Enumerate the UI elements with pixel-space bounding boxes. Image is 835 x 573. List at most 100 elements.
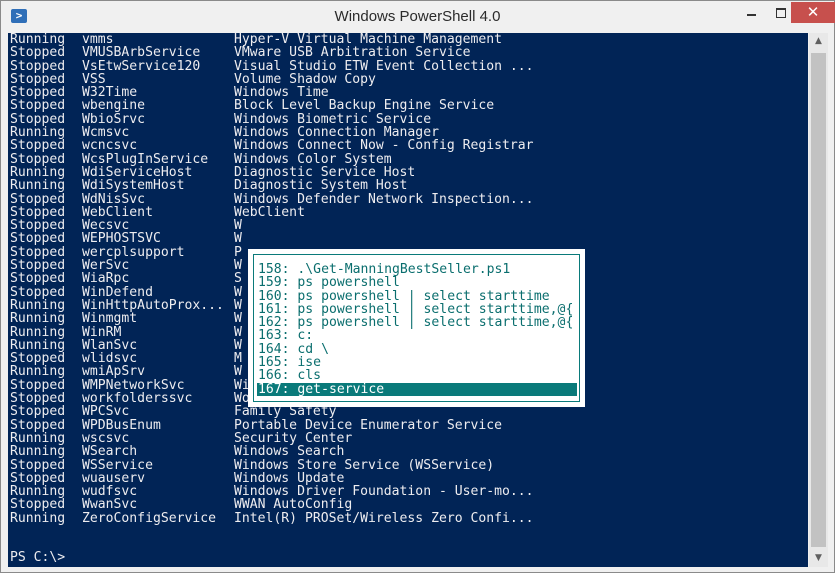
service-display-name: S — [234, 271, 242, 287]
service-display-name: Family Safety — [234, 404, 337, 420]
service-name: WinRM — [82, 324, 122, 340]
history-list: 158: .\Get-ManningBestSeller.ps1 159: ps … — [257, 263, 577, 396]
console-area[interactable]: Running vmms Hyper-V Virtual Machine Manag… — [8, 33, 808, 567]
service-status: Stopped — [10, 417, 66, 433]
service-status: Stopped — [10, 470, 66, 486]
service-display-name: W — [234, 324, 242, 340]
service-display-name: Hyper-V Virtual Machine Management — [234, 33, 503, 47]
service-name: WdiServiceHost — [82, 164, 193, 180]
history-item[interactable]: 160: ps powershell | select starttime — [257, 290, 577, 303]
service-name: WSearch — [82, 444, 138, 460]
history-item[interactable]: 162: ps powershell | select starttime,@{ — [257, 316, 577, 329]
service-display-name: W — [234, 364, 242, 380]
service-status: Stopped — [10, 231, 66, 247]
service-status: Stopped — [10, 497, 66, 513]
service-display-name: Windows Defender Network Inspection... — [234, 191, 534, 207]
scrollbar-thumb[interactable] — [811, 53, 826, 547]
service-status: Stopped — [10, 284, 66, 300]
window-title: Windows PowerShell 4.0 — [334, 8, 501, 25]
service-name: VMUSBArbService — [82, 45, 201, 61]
powershell-window: > Windows PowerShell 4.0 ✕ Running vmms Hy… — [0, 0, 835, 573]
service-display-name: Volume Shadow Copy — [234, 71, 376, 87]
history-item[interactable]: 166: cls — [257, 369, 577, 382]
close-button[interactable]: ✕ — [791, 2, 835, 23]
service-status: Running — [10, 324, 66, 340]
service-display-name: W — [234, 297, 242, 313]
service-status: Running — [10, 364, 66, 380]
service-name: wuauserv — [82, 470, 146, 486]
service-display-name: Intel(R) PROSet/Wireless Zero Confi... — [234, 510, 534, 526]
service-display-name: Portable Device Enumerator Service — [234, 417, 503, 433]
service-display-name: VMware USB Arbitration Service — [234, 45, 471, 61]
service-name: ZeroConfigService — [82, 510, 217, 526]
service-name: WbioSrvc — [82, 111, 146, 127]
service-name: workfolderssvc — [82, 391, 193, 407]
service-name: WPCSvc — [82, 404, 130, 420]
service-status: Stopped — [10, 191, 66, 207]
title-bar[interactable]: > Windows PowerShell 4.0 ✕ — [1, 1, 835, 33]
service-name: WebClient — [82, 204, 153, 220]
service-name: Wecsvc — [82, 218, 130, 234]
service-display-name: Windows Driver Foundation - User-mo... — [234, 484, 534, 500]
service-name: WinHttpAutoProx... — [82, 297, 224, 313]
history-item[interactable]: 163: c: — [257, 329, 577, 342]
service-display-name: W — [234, 258, 242, 274]
service-status: Running — [10, 311, 66, 327]
service-name: Winmgmt — [82, 311, 138, 327]
service-name: wmiApSrv — [82, 364, 146, 380]
service-name: WSService — [82, 457, 153, 473]
service-status: Stopped — [10, 204, 66, 220]
service-status: Stopped — [10, 151, 66, 167]
maximize-button[interactable] — [767, 2, 794, 23]
service-name: vmms — [82, 33, 114, 47]
service-status: Stopped — [10, 71, 66, 87]
command-prompt[interactable]: PS C:\> — [10, 550, 65, 565]
minimize-icon — [747, 13, 756, 16]
history-item[interactable]: 159: ps powershell — [257, 276, 577, 289]
service-status: Stopped — [10, 351, 66, 367]
service-status: Running — [10, 430, 66, 446]
service-status: Stopped — [10, 271, 66, 287]
close-icon: ✕ — [806, 3, 820, 21]
service-status: Running — [10, 337, 66, 353]
service-display-name: M — [234, 351, 242, 367]
history-item[interactable]: 161: ps powershell | select starttime,@{ — [257, 303, 577, 316]
service-status: Running — [10, 178, 66, 194]
service-display-name: W — [234, 231, 242, 247]
vertical-scrollbar[interactable]: ▲ ▼ — [809, 33, 828, 567]
service-status: Stopped — [10, 404, 66, 420]
minimize-button[interactable] — [738, 2, 765, 23]
command-history-popup[interactable]: 158: .\Get-ManningBestSeller.ps1 159: ps … — [248, 249, 585, 407]
service-display-name: Windows Time — [234, 85, 329, 101]
service-display-name: Windows Connection Manager — [234, 125, 439, 141]
service-display-name: Diagnostic Service Host — [234, 164, 416, 180]
service-status: Stopped — [10, 111, 66, 127]
service-status: Stopped — [10, 258, 66, 274]
service-display-name: W — [234, 284, 242, 300]
service-name: Wcmsvc — [82, 125, 130, 141]
service-name: WlanSvc — [82, 337, 138, 353]
service-status: Running — [10, 297, 66, 313]
history-item[interactable]: 158: .\Get-ManningBestSeller.ps1 — [257, 263, 577, 276]
service-display-name: Windows Search — [234, 444, 345, 460]
service-display-name: Diagnostic System Host — [234, 178, 408, 194]
service-name: wercplsupport — [82, 244, 185, 260]
service-status: Stopped — [10, 391, 66, 407]
service-name: wbengine — [82, 98, 146, 114]
service-status: Running — [10, 510, 66, 526]
service-name: WiaRpc — [82, 271, 130, 287]
history-item-selected[interactable]: 167: get-service — [257, 382, 577, 396]
service-name: WdNisSvc — [82, 191, 146, 207]
service-status: Stopped — [10, 244, 66, 260]
service-status: Running — [10, 444, 66, 460]
history-item[interactable]: 165: ise — [257, 356, 577, 369]
scroll-down-icon[interactable]: ▼ — [809, 550, 828, 567]
service-name: wcncsvc — [82, 138, 138, 154]
scroll-up-icon[interactable]: ▲ — [809, 33, 828, 50]
history-item[interactable]: 164: cd \ — [257, 343, 577, 356]
service-name: WdiSystemHost — [82, 178, 185, 194]
service-status: Stopped — [10, 45, 66, 61]
service-display-name: WebClient — [234, 204, 305, 220]
service-status: Stopped — [10, 377, 66, 393]
service-display-name: WWAN AutoConfig — [234, 497, 353, 513]
